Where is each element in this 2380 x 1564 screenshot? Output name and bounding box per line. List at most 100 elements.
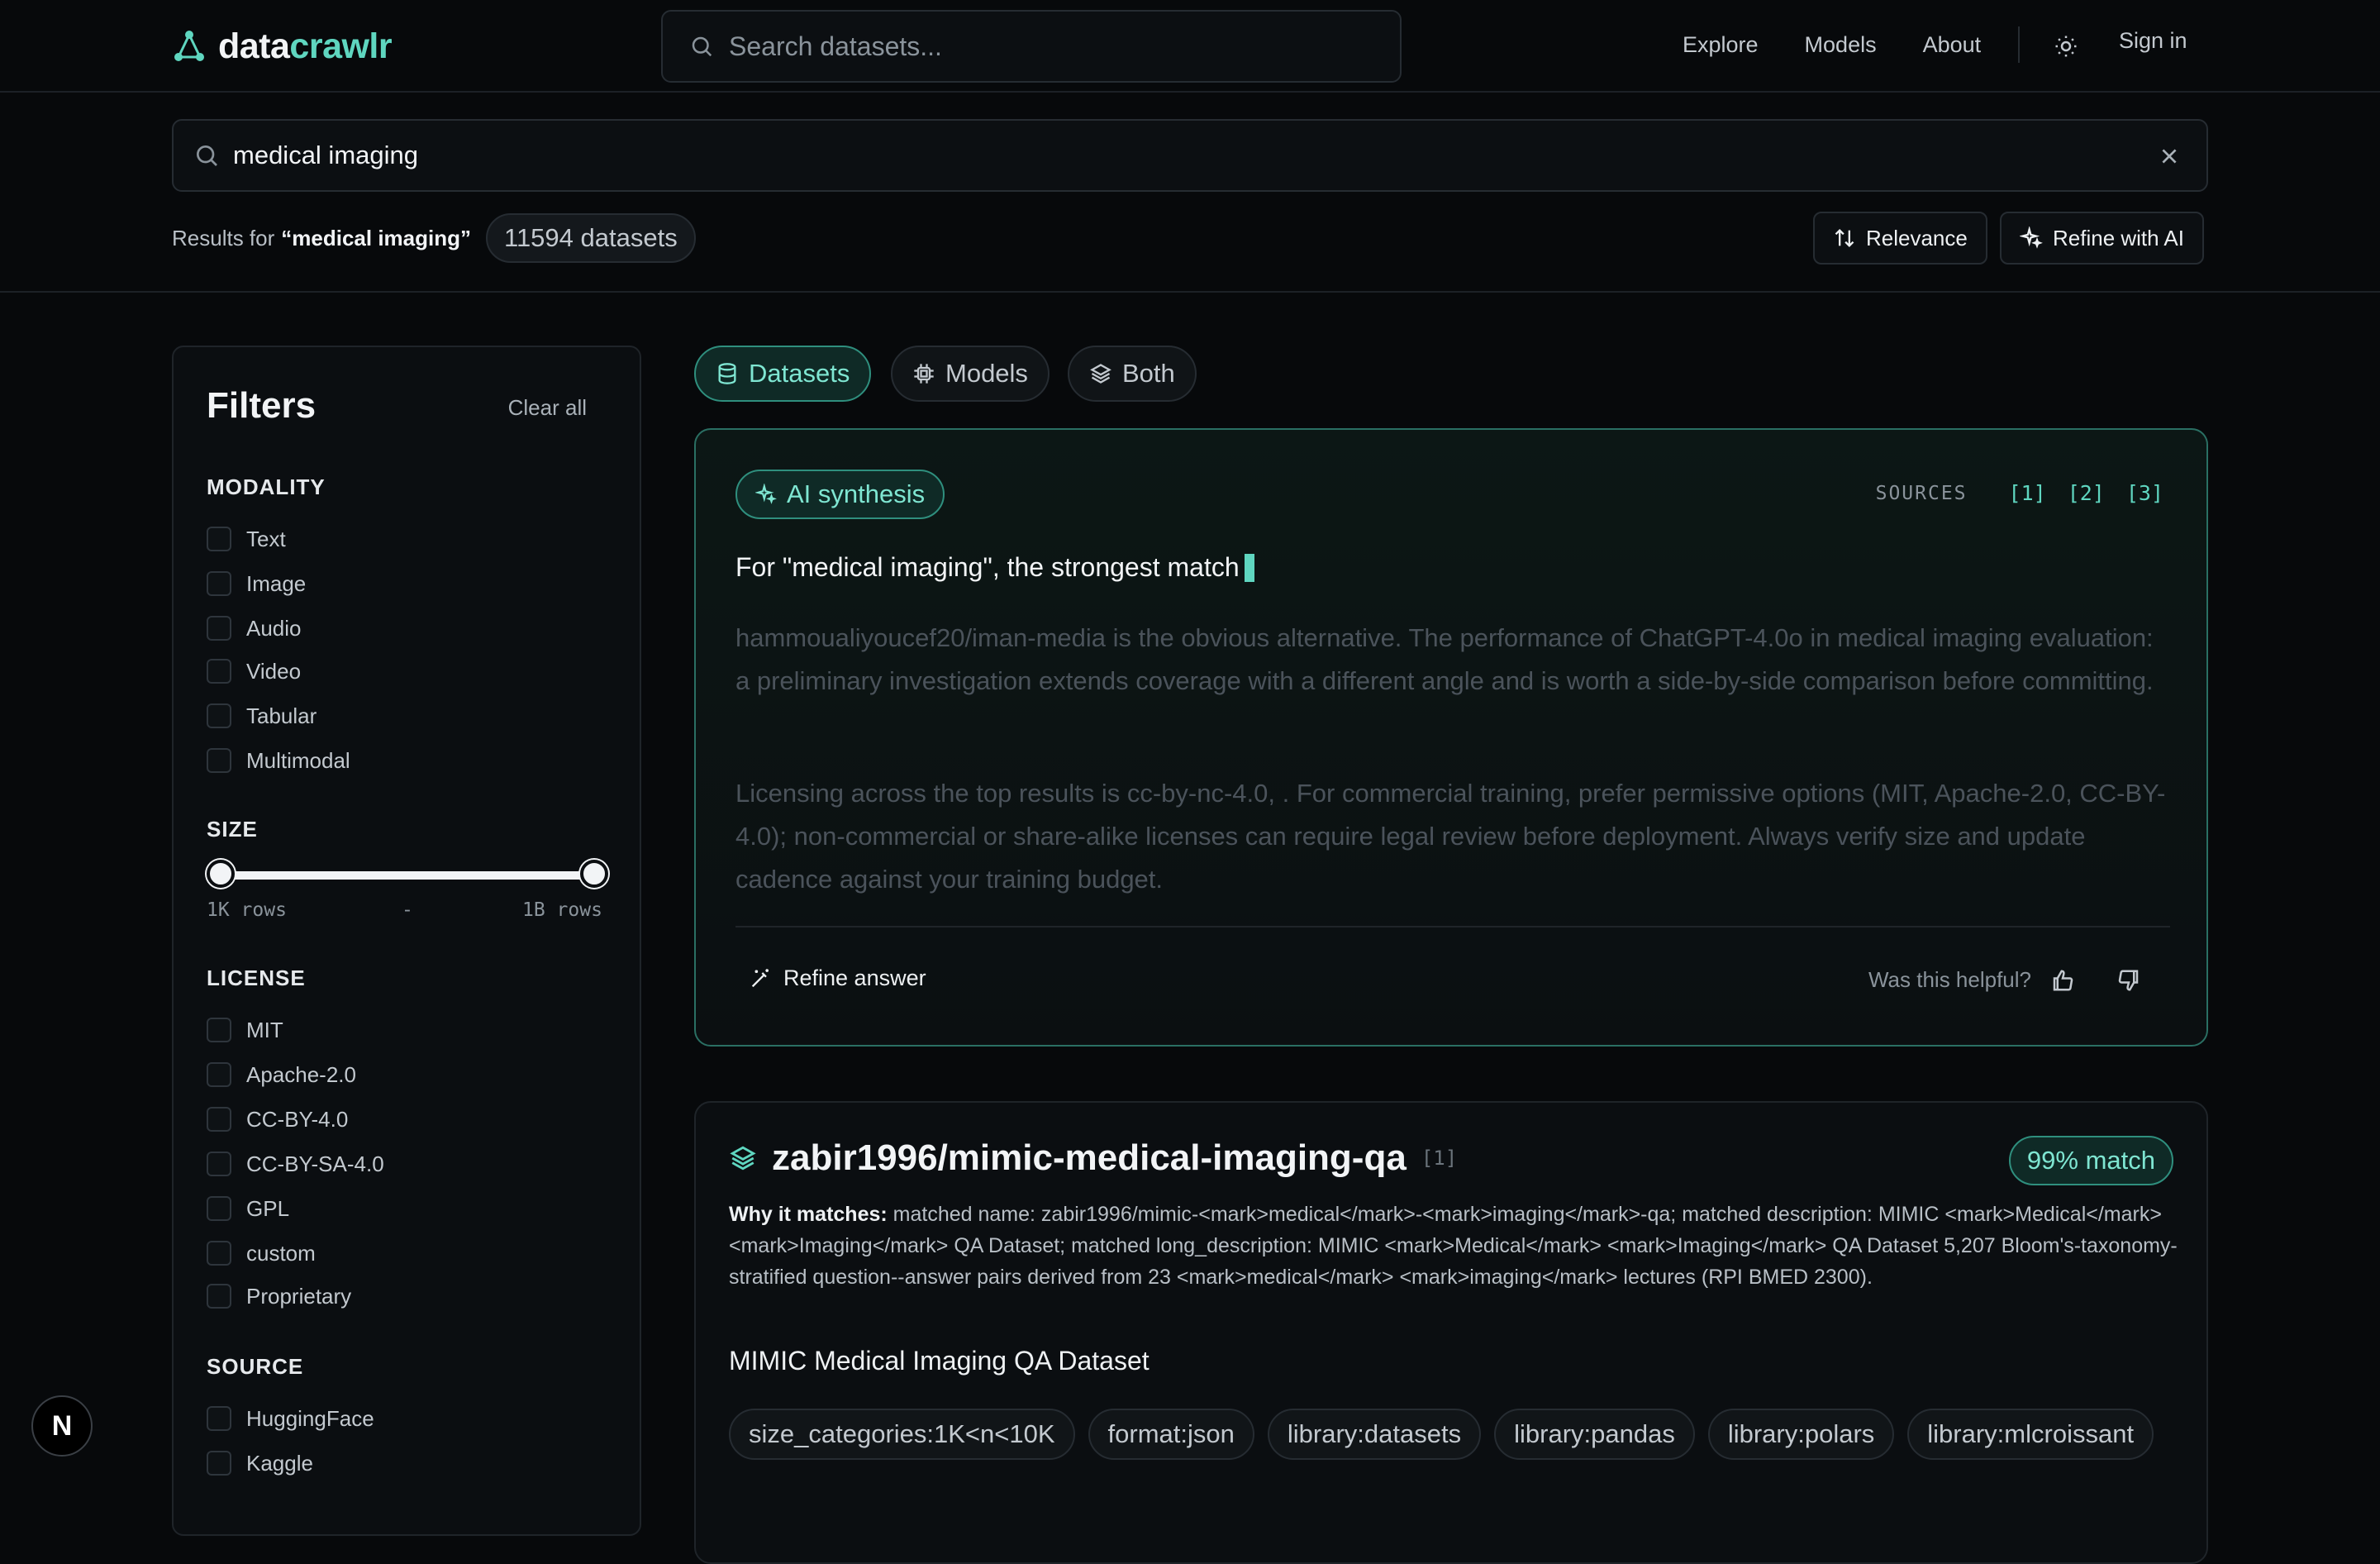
filter-label: custom: [246, 1240, 316, 1266]
tag-chip[interactable]: size_categories:1K<n<10K: [729, 1409, 1075, 1460]
filter-license-gpl[interactable]: GPL: [207, 1192, 289, 1225]
tag-chip[interactable]: library:mlcroissant: [1907, 1409, 2154, 1460]
filter-modality-video[interactable]: Video: [207, 655, 301, 688]
tag-chip[interactable]: library:pandas: [1494, 1409, 1695, 1460]
checkbox[interactable]: [207, 1284, 231, 1309]
checkbox[interactable]: [207, 1406, 231, 1431]
dataset-description: MIMIC Medical Imaging QA Dataset: [729, 1346, 1150, 1376]
checkbox[interactable]: [207, 1107, 231, 1132]
clear-all-filters-button[interactable]: Clear all: [508, 395, 587, 421]
ai-badge-label: AI synthesis: [787, 479, 926, 508]
results-count-badge: 11594 datasets: [486, 213, 696, 263]
sign-in-link[interactable]: Sign in: [2119, 28, 2187, 54]
source-heading: SOURCE: [207, 1354, 304, 1379]
results-query: “medical imaging”: [281, 225, 471, 250]
thumbs-down-button[interactable]: [2112, 964, 2145, 997]
filter-license-cc-by[interactable]: CC-BY-4.0: [207, 1103, 348, 1136]
checkbox[interactable]: [207, 1152, 231, 1176]
dataset-name-link[interactable]: zabir1996/mimic-medical-imaging-qa: [772, 1137, 1407, 1179]
nextjs-dev-badge[interactable]: N: [31, 1395, 93, 1457]
size-max-label: 1B rows: [522, 899, 602, 921]
refine-with-ai-button[interactable]: Refine with AI: [2000, 212, 2204, 265]
filter-license-cc-by-sa[interactable]: CC-BY-SA-4.0: [207, 1147, 384, 1180]
clear-query-button[interactable]: [2155, 142, 2183, 170]
query-search-box[interactable]: [172, 119, 2208, 192]
ai-answer-paragraph-1: hammoualiyoucef20/iman-media is the obvi…: [735, 623, 2154, 695]
size-slider-track[interactable]: [220, 871, 595, 880]
filter-license-custom[interactable]: custom: [207, 1237, 316, 1270]
filter-label: CC-BY-4.0: [246, 1106, 349, 1132]
layers-icon: [730, 1146, 756, 1171]
source-ref-3[interactable]: [3]: [2126, 481, 2163, 505]
size-slider-max-handle[interactable]: [580, 860, 608, 888]
tag-chip[interactable]: library:datasets: [1267, 1409, 1482, 1460]
filter-license-apache[interactable]: Apache-2.0: [207, 1058, 356, 1091]
checkbox[interactable]: [207, 571, 231, 596]
refine-answer-button[interactable]: Refine answer: [749, 966, 926, 991]
ai-card-divider: [735, 926, 2170, 927]
checkbox[interactable]: [207, 527, 231, 551]
tab-label: Both: [1122, 359, 1175, 388]
filter-label: MIT: [246, 1017, 283, 1042]
checkbox[interactable]: [207, 616, 231, 641]
why-it-matches: Why it matches: matched name: zabir1996/…: [729, 1199, 2183, 1293]
result-title: zabir1996/mimic-medical-imaging-qa [1]: [729, 1137, 1457, 1179]
filter-source-huggingface[interactable]: HuggingFace: [207, 1402, 374, 1435]
checkbox[interactable]: [207, 748, 231, 773]
theme-toggle-button[interactable]: [2049, 30, 2082, 63]
logo-wordmark: datacrawlr: [218, 26, 393, 66]
filter-label: Proprietary: [246, 1283, 352, 1309]
filter-modality-multimodal[interactable]: Multimodal: [207, 744, 350, 777]
thumbs-up-icon: [2053, 970, 2073, 991]
refine-answer-label: Refine answer: [783, 966, 926, 990]
nav-explore[interactable]: Explore: [1683, 32, 1759, 58]
nav-models[interactable]: Models: [1805, 32, 1877, 58]
checkbox[interactable]: [207, 703, 231, 728]
filter-modality-tabular[interactable]: Tabular: [207, 699, 317, 732]
nav-divider: [2018, 26, 2020, 63]
checkbox[interactable]: [207, 1196, 231, 1221]
tab-datasets[interactable]: Datasets: [694, 346, 872, 402]
checkbox[interactable]: [207, 1451, 231, 1476]
magic-wand-icon: [751, 968, 769, 987]
section-divider: [0, 291, 2380, 293]
sort-label: Relevance: [1866, 225, 1968, 250]
header-search[interactable]: [661, 10, 1402, 83]
ai-synthesis-badge: AI synthesis: [735, 470, 945, 519]
logo[interactable]: datacrawlr: [172, 25, 393, 68]
license-heading: LICENSE: [207, 966, 306, 990]
size-slider-min-handle[interactable]: [207, 860, 235, 888]
checkbox[interactable]: [207, 1241, 231, 1266]
tag-chip[interactable]: library:polars: [1707, 1409, 1895, 1460]
dataset-tags: size_categories:1K<n<10K format:json lib…: [729, 1409, 2183, 1473]
filter-source-kaggle[interactable]: Kaggle: [207, 1447, 313, 1480]
query-input[interactable]: [233, 141, 2051, 170]
filter-modality-audio[interactable]: Audio: [207, 612, 302, 645]
tag-chip[interactable]: format:json: [1088, 1409, 1254, 1460]
results-prefix: Results for: [172, 225, 275, 250]
sort-relevance-button[interactable]: Relevance: [1813, 212, 1987, 265]
checkbox[interactable]: [207, 659, 231, 684]
filter-license-mit[interactable]: MIT: [207, 1013, 283, 1047]
source-ref-1[interactable]: [1]: [2009, 481, 2046, 505]
filter-label: Audio: [246, 615, 302, 641]
tab-both[interactable]: Both: [1068, 346, 1197, 402]
checkbox[interactable]: [207, 1062, 231, 1087]
tab-models[interactable]: Models: [891, 346, 1050, 402]
ai-synthesis-card: AI synthesis SOURCES [1] [2] [3] For "me…: [694, 428, 2208, 1047]
filter-label: Multimodal: [246, 747, 350, 773]
filter-modality-text[interactable]: Text: [207, 522, 286, 556]
top-nav: datacrawlr Explore Models About Sign in: [0, 0, 2380, 93]
header-search-input[interactable]: [729, 31, 1357, 62]
thumbs-up-button[interactable]: [2046, 964, 2079, 997]
filter-modality-image[interactable]: Image: [207, 567, 306, 600]
filter-license-proprietary[interactable]: Proprietary: [207, 1280, 351, 1313]
layers-icon: [1090, 364, 1111, 384]
source-ref-2[interactable]: [2]: [2068, 481, 2105, 505]
dataset-result-card[interactable]: zabir1996/mimic-medical-imaging-qa [1] 9…: [694, 1101, 2208, 1564]
filter-label: Tabular: [246, 703, 317, 728]
checkbox[interactable]: [207, 1018, 231, 1042]
nav-about[interactable]: About: [1923, 32, 1982, 58]
close-icon: [2162, 149, 2177, 164]
result-source-ref[interactable]: [1]: [1421, 1147, 1457, 1170]
